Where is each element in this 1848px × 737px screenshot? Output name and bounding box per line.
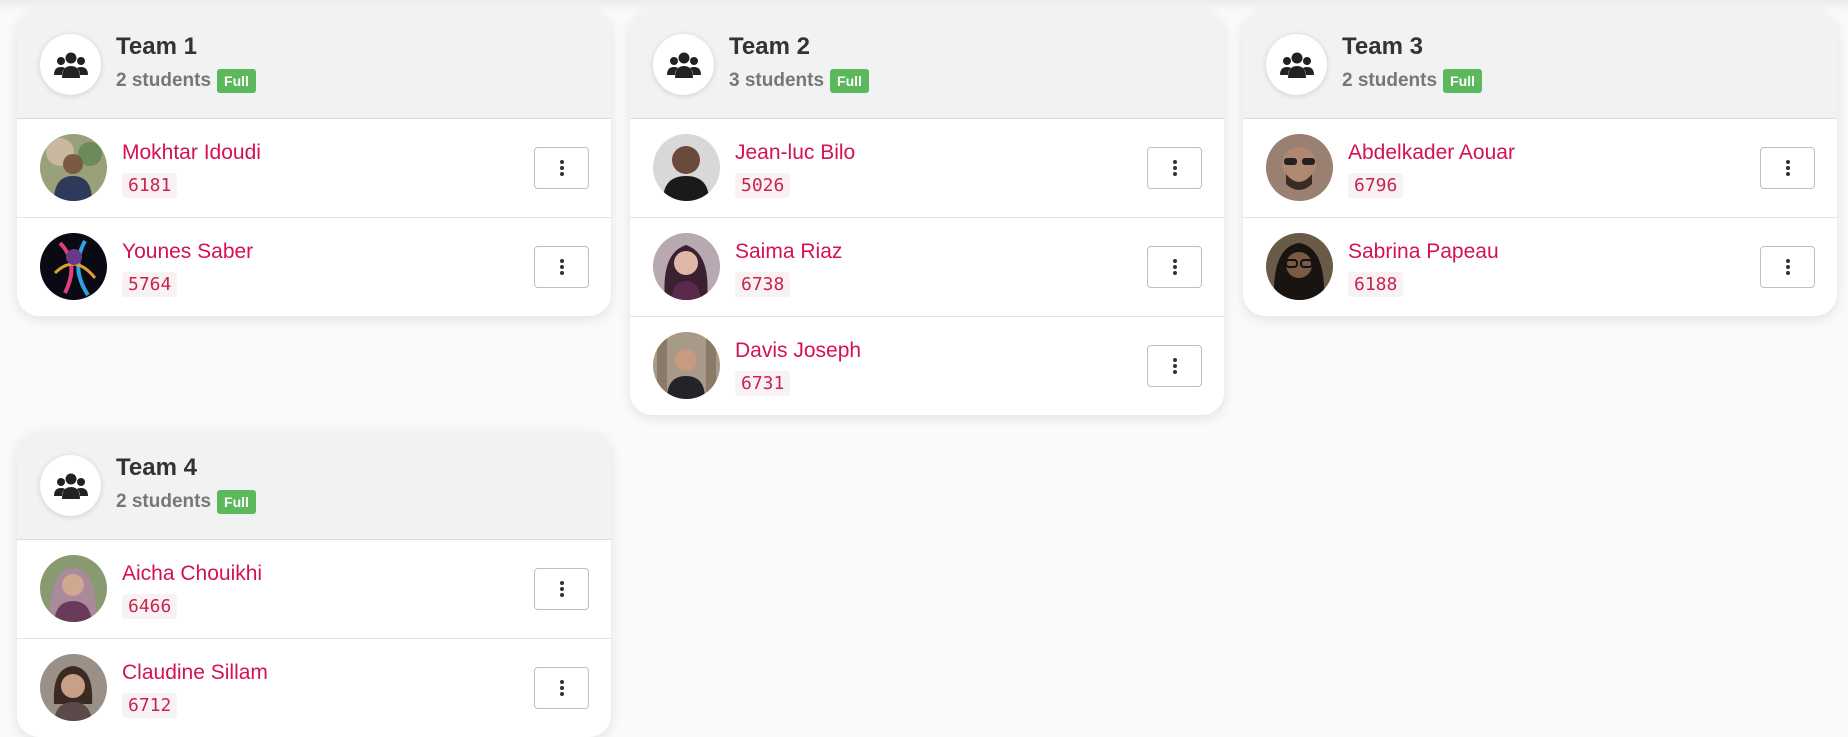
team-meta: 2 students Full [116, 490, 256, 514]
member-name-link[interactable]: Davis Joseph [735, 339, 861, 363]
member-id: 6188 [1348, 272, 1404, 297]
member-name-link[interactable]: Claudine Sillam [122, 661, 268, 685]
member-name-link[interactable]: Younes Saber [122, 240, 253, 264]
member-id: 5026 [735, 173, 791, 198]
member-menu-button[interactable] [1147, 246, 1202, 288]
member-id: 6731 [735, 371, 791, 396]
avatar[interactable] [40, 134, 107, 201]
member-name-link[interactable]: Mokhtar Idoudi [122, 141, 261, 165]
users-icon [653, 34, 714, 95]
member-id: 6181 [122, 173, 178, 198]
member-menu-button[interactable] [1147, 345, 1202, 387]
avatar[interactable] [40, 233, 107, 300]
status-badge: Full [217, 490, 256, 514]
avatar[interactable] [653, 134, 720, 201]
member-name-link[interactable]: Sabrina Papeau [1348, 240, 1499, 264]
team-student-count: 3 students [729, 70, 825, 91]
member-id: 6466 [122, 594, 178, 619]
avatar[interactable] [40, 654, 107, 721]
more-vertical-icon [1785, 160, 1790, 176]
team-card: Team 3 2 students Full Abdelkader Aouar … [1243, 11, 1837, 316]
avatar[interactable] [40, 555, 107, 622]
list-item: Saima Riaz 6738 [630, 218, 1224, 317]
team-meta: 2 students Full [1342, 69, 1482, 93]
avatar[interactable] [1266, 233, 1333, 300]
team-card: Team 1 2 students Full Mokhtar Idoudi 61… [17, 11, 611, 316]
list-item: Davis Joseph 6731 [630, 317, 1224, 415]
avatar[interactable] [653, 332, 720, 399]
team-name: Team 1 [116, 33, 197, 60]
member-menu-button[interactable] [534, 246, 589, 288]
member-id: 6738 [735, 272, 791, 297]
team-header: Team 3 2 students Full [1243, 11, 1837, 119]
more-vertical-icon [559, 581, 564, 597]
member-menu-button[interactable] [1147, 147, 1202, 189]
more-vertical-icon [559, 259, 564, 275]
users-icon [40, 34, 101, 95]
member-name-link[interactable]: Aicha Chouikhi [122, 562, 262, 586]
team-meta: 2 students Full [116, 69, 256, 93]
team-student-count: 2 students [116, 70, 212, 91]
member-name-link[interactable]: Abdelkader Aouar [1348, 141, 1515, 165]
users-icon [1266, 34, 1327, 95]
list-item: Younes Saber 5764 [17, 218, 611, 316]
member-menu-button[interactable] [534, 568, 589, 610]
more-vertical-icon [1172, 160, 1177, 176]
avatar[interactable] [1266, 134, 1333, 201]
status-badge: Full [217, 69, 256, 93]
team-card: Team 4 2 students Full Aicha Chouikhi 64… [17, 432, 611, 737]
member-menu-button[interactable] [1760, 246, 1815, 288]
team-card: Team 2 3 students Full Jean-luc Bilo 502… [630, 11, 1224, 415]
users-icon [40, 455, 101, 516]
list-item: Mokhtar Idoudi 6181 [17, 119, 611, 218]
list-item: Abdelkader Aouar 6796 [1243, 119, 1837, 218]
more-vertical-icon [1785, 259, 1790, 275]
member-id: 5764 [122, 272, 178, 297]
team-student-count: 2 students [116, 491, 212, 512]
member-name-link[interactable]: Jean-luc Bilo [735, 141, 855, 165]
more-vertical-icon [559, 680, 564, 696]
team-header: Team 4 2 students Full [17, 432, 611, 540]
list-item: Aicha Chouikhi 6466 [17, 540, 611, 639]
member-name-link[interactable]: Saima Riaz [735, 240, 842, 264]
team-name: Team 4 [116, 454, 197, 481]
team-header: Team 1 2 students Full [17, 11, 611, 119]
member-id: 6796 [1348, 173, 1404, 198]
team-name: Team 2 [729, 33, 810, 60]
team-student-count: 2 students [1342, 70, 1438, 91]
team-meta: 3 students Full [729, 69, 869, 93]
member-menu-button[interactable] [1760, 147, 1815, 189]
member-menu-button[interactable] [534, 147, 589, 189]
more-vertical-icon [1172, 259, 1177, 275]
avatar[interactable] [653, 233, 720, 300]
status-badge: Full [1443, 69, 1482, 93]
more-vertical-icon [1172, 358, 1177, 374]
list-item: Claudine Sillam 6712 [17, 639, 611, 737]
team-header: Team 2 3 students Full [630, 11, 1224, 119]
list-item: Sabrina Papeau 6188 [1243, 218, 1837, 316]
list-item: Jean-luc Bilo 5026 [630, 119, 1224, 218]
team-name: Team 3 [1342, 33, 1423, 60]
member-id: 6712 [122, 693, 178, 718]
member-menu-button[interactable] [534, 667, 589, 709]
status-badge: Full [830, 69, 869, 93]
more-vertical-icon [559, 160, 564, 176]
